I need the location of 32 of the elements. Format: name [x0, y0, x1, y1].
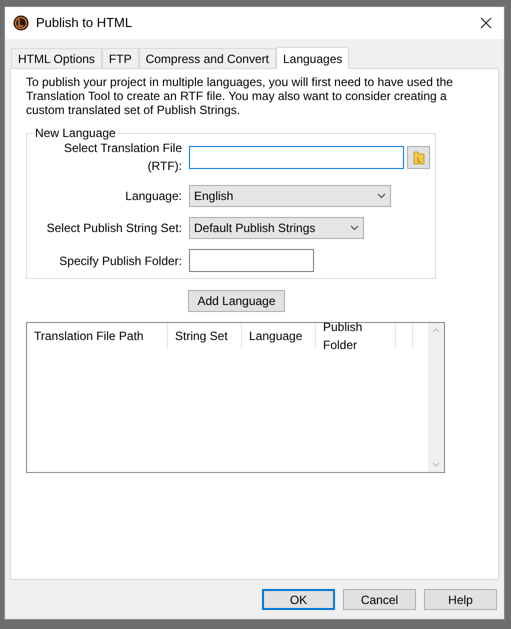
close-icon[interactable] [480, 17, 492, 29]
dropdown[interactable]: English [189, 185, 391, 207]
folder-field[interactable] [189, 249, 314, 272]
field-label: Select Translation File (RTF): [62, 140, 183, 175]
dropdown[interactable]: Default Publish Strings [189, 217, 364, 239]
tab[interactable]: HTML Options [11, 48, 102, 68]
column-header[interactable]: Language [242, 323, 316, 349]
tab[interactable]: Compress and Convert [138, 48, 276, 68]
chevron-down-icon [350, 225, 359, 231]
field-label: Language: [124, 188, 183, 205]
browse-button[interactable] [407, 146, 430, 168]
scrollbar[interactable] [428, 323, 444, 472]
tab[interactable]: FTP [102, 48, 139, 68]
file-path-field[interactable] [189, 146, 404, 168]
tab[interactable]: Languages [276, 47, 350, 69]
dialog-button[interactable]: OK [262, 589, 335, 610]
scroll-down-icon[interactable] [432, 462, 440, 467]
scroll-up-icon[interactable] [432, 328, 440, 333]
group-legend: New Language [34, 127, 117, 139]
field-label: Specify Publish Folder: [58, 252, 183, 270]
folder-icon [412, 150, 424, 164]
column-header[interactable]: Publish Folder [316, 323, 396, 349]
dialog-button[interactable]: Help [424, 589, 497, 610]
field-label: Select Publish String Set: [46, 220, 183, 237]
chevron-down-icon [377, 193, 386, 199]
column-header[interactable]: String Set [168, 323, 242, 349]
dialog-button[interactable]: Cancel [343, 589, 416, 610]
window-title: Publish to HTML [36, 14, 134, 32]
app-logo-icon [13, 15, 29, 31]
column-header[interactable]: Translation File Path [27, 323, 168, 349]
add-language-button[interactable]: Add Language [188, 290, 285, 312]
intro-text: To publish your project in multiple languages, you will first need to have used the Translation Tool to create an RTF file. You may also want to consider creating a custom translated set of Publish Strings. [26, 75, 454, 117]
